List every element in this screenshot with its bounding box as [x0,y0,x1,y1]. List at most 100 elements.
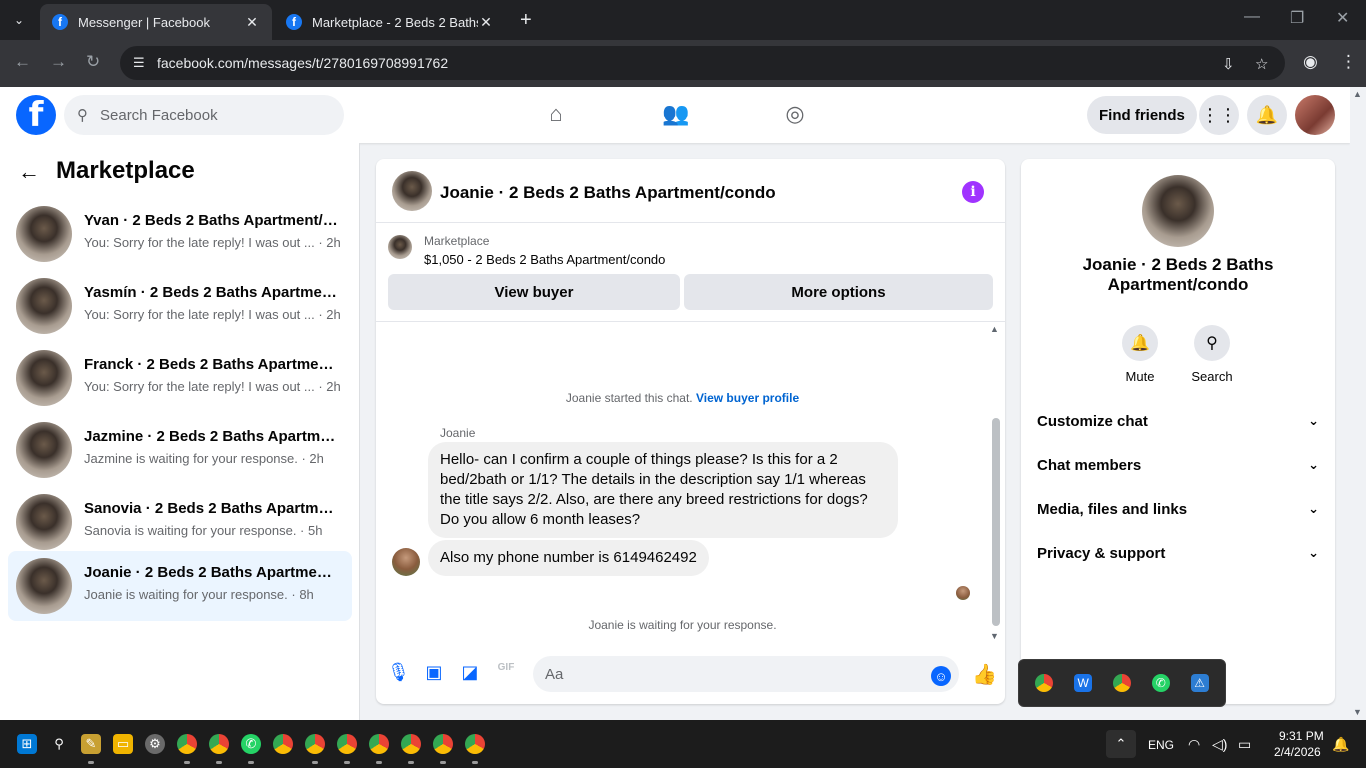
chat-list-item-selected[interactable]: Joanie · 2 Beds 2 Baths Apartment... Joa… [8,551,352,621]
chrome-taskbar-icon[interactable] [401,734,421,754]
chrome-taskbar-icon[interactable] [369,734,389,754]
groups-icon[interactable]: ◎ [780,101,810,131]
scroll-up-arrow-icon[interactable]: ▲ [990,324,999,334]
chrome-taskbar-icon[interactable] [433,734,453,754]
home-icon[interactable]: ⌂ [541,101,571,131]
conversation-panel: Joanie · 2 Beds 2 Baths Apartment/condo … [376,159,1005,704]
notification-bell-icon[interactable]: 🔔 [1332,736,1349,753]
search-input[interactable]: ⚲ Search Facebook [64,95,344,135]
chrome-taskbar-icon[interactable] [209,734,229,754]
info-icon[interactable]: i [962,181,984,203]
new-tab-button[interactable]: + [520,9,532,32]
address-bar[interactable]: ☰ facebook.com/messages/t/27801697089917… [120,46,1285,80]
site-info-icon[interactable]: ☰ [133,55,145,71]
chrome-taskbar-icon[interactable] [273,734,293,754]
listing-summary[interactable]: $1,050 - 2 Beds 2 Baths Apartment/condo [424,252,665,267]
back-arrow-icon[interactable]: ← [18,159,40,185]
sticker-icon[interactable]: ◪ [459,662,481,684]
message-bubble[interactable]: Hello- can I confirm a couple of things … [428,442,898,538]
chrome-taskbar-icon[interactable] [337,734,357,754]
whatsapp-icon[interactable]: ✆ [1151,674,1170,692]
forward-icon[interactable]: → [50,52,67,72]
tray-overflow-chevron-icon[interactable]: ⌃ [1106,730,1136,758]
chrome-app-icon[interactable] [1112,674,1131,692]
install-app-icon[interactable]: ⇩ [1222,55,1235,73]
message-input[interactable]: Aa ☺ [533,656,959,692]
wifi-icon[interactable]: ◠ [1188,736,1200,753]
profile-icon[interactable]: ◉ [1303,52,1318,72]
account-avatar[interactable] [1295,95,1335,135]
chat-members-section[interactable]: Chat members ⌄ [1037,447,1319,483]
mute-button[interactable]: 🔔 Mute [1110,325,1170,384]
section-label: Media, files and links [1037,500,1188,518]
search-button[interactable]: ⚲ Search [1182,325,1242,384]
window-close-icon[interactable]: ✕ [1336,8,1349,28]
tab-messenger[interactable]: f Messenger | Facebook ✕ [40,4,272,40]
friends-icon[interactable]: 👥 [661,101,691,131]
more-options-button[interactable]: More options [684,274,993,310]
notes-app-icon[interactable]: ✎ [81,734,101,754]
page-scroll-down-icon[interactable]: ▼ [1353,707,1362,717]
view-buyer-button[interactable]: View buyer [388,274,680,310]
conversation-avatar-large[interactable] [1142,175,1214,247]
battery-icon[interactable]: ▭ [1238,736,1251,753]
emoji-icon[interactable]: ☺ [931,666,951,686]
taskbar-search-icon[interactable]: ⚲ [49,734,69,754]
message-bubble[interactable]: Also my phone number is 6149462492 [428,540,709,576]
tab-marketplace[interactable]: f Marketplace - 2 Beds 2 Baths Ap ✕ [274,4,506,40]
find-friends-button[interactable]: Find friends [1087,96,1197,134]
customize-chat-section[interactable]: Customize chat ⌄ [1037,403,1319,439]
browser-menu-icon[interactable]: ⋮ [1340,52,1357,72]
chat-list-item[interactable]: Yasmín · 2 Beds 2 Baths Apartmen... You:… [8,271,352,341]
minimize-icon[interactable]: — [1244,8,1260,26]
start-windows-icon[interactable]: ⊞ [17,734,37,754]
thumbs-up-icon[interactable]: 👍 [972,662,997,686]
clock-time[interactable]: 9:31 PM [1279,729,1324,743]
facebook-logo[interactable]: f [16,95,56,135]
chrome-taskbar-icon[interactable] [305,734,325,754]
media-files-links-section[interactable]: Media, files and links ⌄ [1037,491,1319,527]
defender-warning-icon[interactable]: ⚠ [1190,674,1209,692]
restore-icon[interactable]: ❐ [1290,8,1304,28]
back-icon[interactable]: ← [14,52,31,72]
conversation-avatar[interactable] [392,171,432,211]
section-label: Chat members [1037,456,1142,474]
settings-gear-icon[interactable]: ⚙ [145,734,165,754]
chat-name: Joanie · 2 Beds 2 Baths Apartment... [84,564,339,581]
tab-search-icon[interactable]: ⌄ [6,7,32,33]
photo-icon[interactable]: ▣ [423,662,445,684]
chrome-taskbar-icon[interactable] [465,734,485,754]
conversation-title[interactable]: Joanie · 2 Beds 2 Baths Apartment/condo [440,183,776,203]
sender-avatar[interactable] [392,548,420,576]
bookmark-star-icon[interactable]: ☆ [1255,55,1268,73]
notifications-bell-icon[interactable]: 🔔 [1247,95,1287,135]
chat-list-item[interactable]: Yvan · 2 Beds 2 Baths Apartment/c... You… [8,199,352,269]
privacy-support-section[interactable]: Privacy & support ⌄ [1037,535,1319,571]
edge-app-icon[interactable] [1035,674,1054,692]
conversation-header: Joanie · 2 Beds 2 Baths Apartment/condo … [376,159,1005,223]
whatsapp-taskbar-icon[interactable]: ✆ [241,734,261,754]
menu-grid-icon[interactable]: ⋮⋮ [1199,95,1239,135]
reload-icon[interactable]: ↻ [86,52,100,72]
input-language[interactable]: ENG [1148,738,1174,752]
chat-list-item[interactable]: Franck · 2 Beds 2 Baths Apartment... You… [8,343,352,413]
view-buyer-profile-link[interactable]: View buyer profile [696,391,799,405]
tab-close-icon[interactable]: ✕ [478,14,494,31]
message-list[interactable]: Joanie started this chat. View buyer pro… [376,321,1005,644]
page-scrollbar[interactable]: ▲ ▼ [1350,87,1366,720]
gif-icon[interactable]: GIF [495,662,517,684]
chat-list-item[interactable]: Jazmine · 2 Beds 2 Baths Apartme... Jazm… [8,415,352,485]
scroll-down-arrow-icon[interactable]: ▼ [990,631,999,641]
chrome-taskbar-icon[interactable] [177,734,197,754]
microphone-icon[interactable]: 🎙 [387,662,410,684]
file-explorer-icon[interactable]: ▭ [113,734,133,754]
chat-list-item[interactable]: Sanovia · 2 Beds 2 Baths Apartme... Sano… [8,487,352,557]
wave-app-icon[interactable]: W [1074,674,1093,692]
page-scroll-up-icon[interactable]: ▲ [1353,89,1362,99]
volume-icon[interactable]: ◁) [1212,736,1227,753]
message-placeholder: Aa [545,665,564,683]
clock-date[interactable]: 2/4/2026 [1274,745,1321,759]
chat-preview: Jazmine is waiting for your response. · … [84,451,324,466]
tab-close-icon[interactable]: ✕ [244,14,260,31]
message-scrollbar[interactable] [992,418,1000,626]
